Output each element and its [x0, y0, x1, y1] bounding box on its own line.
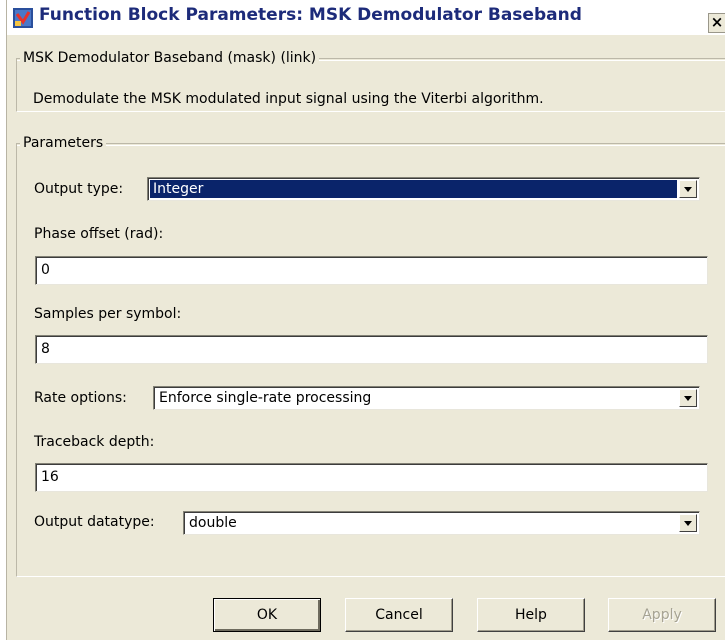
output-type-dropdown[interactable]: Integer: [147, 177, 700, 201]
ok-button[interactable]: OK: [213, 598, 321, 632]
chevron-down-icon[interactable]: [679, 389, 697, 407]
rate-options-value: Enforce single-rate processing: [159, 390, 372, 406]
output-type-value: Integer: [150, 180, 677, 198]
output-datatype-dropdown[interactable]: double: [183, 511, 700, 535]
samples-per-symbol-label: Samples per symbol:: [34, 306, 182, 322]
close-button[interactable]: ×: [708, 13, 725, 33]
rate-options-dropdown[interactable]: Enforce single-rate processing: [153, 386, 700, 410]
help-button[interactable]: Help: [477, 598, 585, 632]
cancel-button[interactable]: Cancel: [345, 598, 453, 632]
mask-group-legend: MSK Demodulator Baseband (mask) (link): [20, 49, 320, 67]
window-title: Function Block Parameters: MSK Demodulat…: [39, 5, 582, 25]
close-icon: ×: [710, 13, 724, 31]
block-description: Demodulate the MSK modulated input signa…: [33, 91, 544, 107]
chevron-down-icon[interactable]: [679, 514, 697, 532]
chevron-down-icon[interactable]: [679, 180, 697, 198]
output-datatype-value: double: [189, 515, 237, 531]
traceback-depth-field[interactable]: 16: [35, 463, 708, 492]
samples-per-symbol-field[interactable]: 8: [35, 335, 708, 364]
title-bar[interactable]: Function Block Parameters: MSK Demodulat…: [7, 0, 725, 35]
output-datatype-label: Output datatype:: [34, 514, 155, 530]
phase-offset-label: Phase offset (rad):: [34, 226, 164, 242]
traceback-depth-label: Traceback depth:: [34, 434, 155, 450]
parameters-legend: Parameters: [20, 134, 107, 152]
phase-offset-field[interactable]: 0: [35, 256, 708, 285]
simulink-block-icon: [13, 8, 33, 28]
apply-button[interactable]: Apply: [608, 598, 716, 632]
output-type-label: Output type:: [34, 181, 124, 197]
rate-options-label: Rate options:: [34, 390, 127, 406]
dialog-window: Function Block Parameters: MSK Demodulat…: [6, 0, 725, 640]
